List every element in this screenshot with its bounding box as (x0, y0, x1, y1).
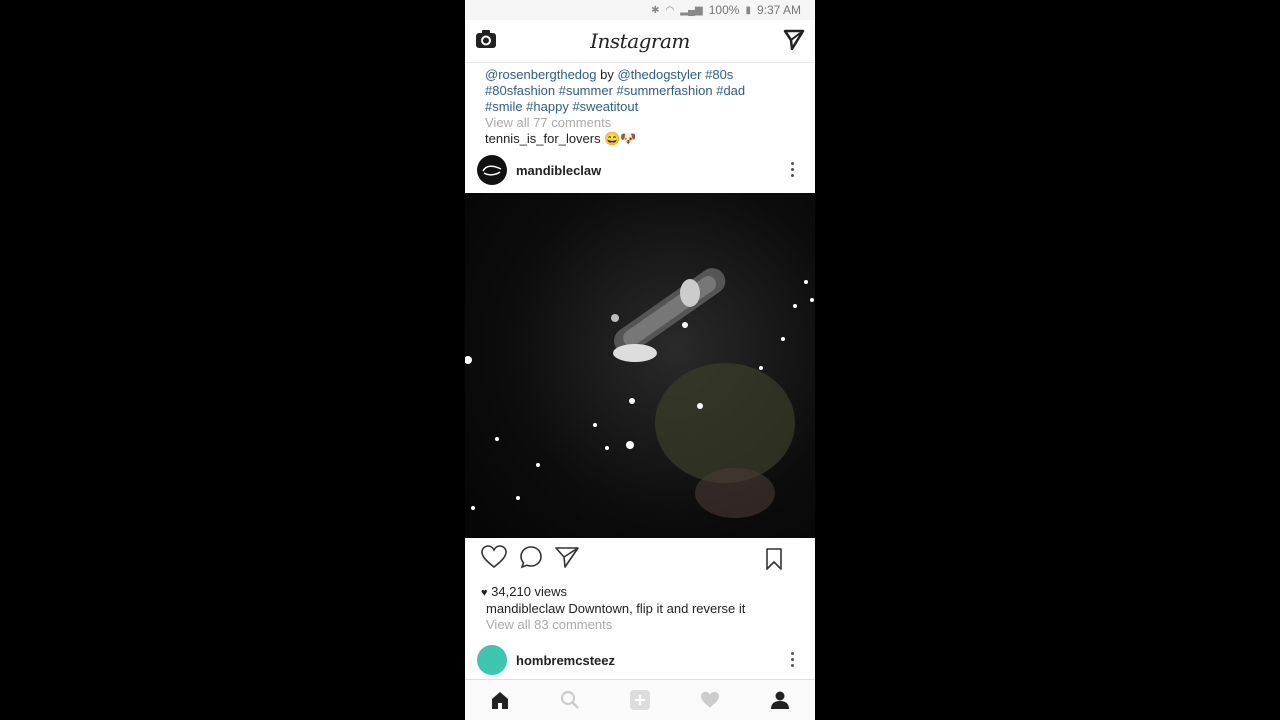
post-username[interactable]: mandibleclaw (516, 163, 601, 178)
top-bar: Instagram (465, 20, 815, 63)
hashtag-link[interactable]: #80s (702, 67, 733, 82)
caption-text: by (596, 67, 618, 82)
signal-icon: ▂▄▆ (680, 4, 703, 16)
battery-level: 100% (708, 3, 740, 17)
view-count[interactable]: 34,210 views (491, 584, 567, 599)
wifi-icon: ◠ (665, 4, 675, 16)
post-meta: ♥ 34,210 views mandibleclaw Downtown, fl… (465, 580, 815, 633)
view-comments-link[interactable]: View all 83 comments (481, 617, 795, 633)
home-icon[interactable] (480, 680, 520, 720)
next-post-username[interactable]: hombremcsteez (516, 653, 615, 668)
post-actions (465, 538, 815, 580)
mention-link[interactable]: @thedogstyler (617, 67, 701, 82)
activity-heart-icon[interactable] (690, 680, 730, 720)
view-comments-link[interactable]: View all 77 comments (485, 115, 795, 131)
more-options-icon[interactable] (791, 652, 795, 670)
battery-icon: ▮ (745, 4, 751, 16)
mention-link[interactable]: @rosenbergthedog (485, 67, 597, 82)
status-bar: ✱ ◠ ▂▄▆ 100% ▮ 9:37 AM (465, 0, 815, 20)
next-post-header: hombremcsteez (465, 637, 815, 683)
avatar[interactable] (477, 155, 507, 185)
caption-text: Downtown, flip it and reverse it (564, 601, 746, 616)
profile-icon[interactable] (760, 680, 800, 720)
bottom-nav (465, 679, 815, 720)
previous-post-caption: @rosenbergthedog by @thedogstyler #80s #… (465, 63, 815, 147)
search-icon[interactable] (550, 680, 590, 720)
bookmark-icon[interactable] (765, 548, 795, 575)
more-options-icon[interactable] (791, 162, 795, 180)
comment-username[interactable]: tennis_is_for_lovers (485, 131, 601, 146)
phone-screen: ✱ ◠ ▂▄▆ 100% ▮ 9:37 AM Instagram @rosenb… (465, 0, 815, 720)
direct-message-icon[interactable] (783, 28, 805, 55)
app-logo: Instagram (590, 29, 690, 53)
add-post-icon[interactable] (620, 680, 660, 720)
share-icon[interactable] (555, 546, 591, 573)
hashtag-line[interactable]: #smile #happy #sweatitout (485, 99, 795, 115)
like-heart-icon[interactable] (481, 544, 519, 574)
caption-username[interactable]: mandibleclaw (486, 601, 565, 616)
video-frame (465, 268, 814, 518)
hashtag-line[interactable]: #80sfashion #summer #summerfashion #dad (485, 83, 795, 99)
camera-icon[interactable] (475, 29, 497, 54)
avatar[interactable] (477, 645, 507, 675)
post-video[interactable] (465, 193, 815, 538)
views-heart-icon: ♥ (481, 587, 488, 599)
clock: 9:37 AM (756, 3, 801, 17)
comment-text: 😄🐶 (600, 131, 637, 146)
comment-icon[interactable] (519, 545, 555, 574)
bluetooth-icon: ✱ (651, 4, 660, 16)
post-header: mandibleclaw (465, 147, 815, 193)
